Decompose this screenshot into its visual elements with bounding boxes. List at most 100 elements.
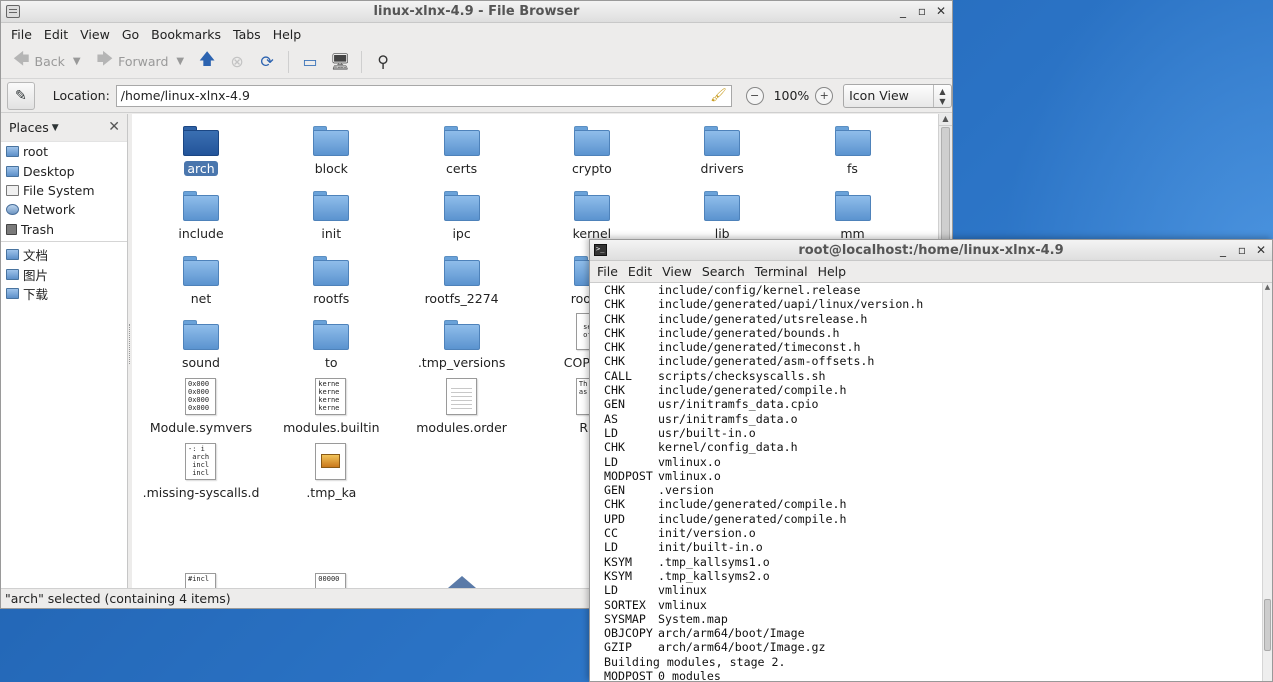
folder-item[interactable]: .tmp_versions <box>398 308 526 372</box>
file-name: Module.symvers <box>149 420 253 436</box>
terminal-menu-file[interactable]: File <box>592 264 623 279</box>
menu-file[interactable]: File <box>5 27 38 42</box>
scroll-up-icon[interactable]: ▲ <box>939 114 952 126</box>
forward-arrow-icon: 🡆 <box>96 49 114 68</box>
sidebar-item-0[interactable]: root <box>1 142 127 161</box>
up-arrow-icon[interactable]: 🡅 <box>194 49 220 75</box>
file-item[interactable]: modules.order <box>398 373 526 437</box>
folder-item[interactable]: block <box>267 114 395 178</box>
computer-icon[interactable]: 🖥 <box>327 49 353 75</box>
menu-view[interactable]: View <box>74 27 116 42</box>
menu-tabs[interactable]: Tabs <box>227 27 267 42</box>
sidebar-item-1[interactable]: 图片 <box>1 264 127 283</box>
file-name: to <box>325 355 338 371</box>
search-binoculars-icon[interactable]: ⚲ <box>370 49 396 75</box>
terminal-titlebar[interactable]: >_ root@localhost:/home/linux-xlnx-4.9 _… <box>590 240 1272 261</box>
maximize-icon[interactable]: ▫ <box>917 4 927 18</box>
terminal-menu-terminal[interactable]: Terminal <box>750 264 813 279</box>
sidebar-item-4[interactable]: Trash <box>1 220 127 239</box>
scrollbar-thumb[interactable] <box>1264 599 1271 651</box>
folder-icon <box>6 146 19 158</box>
folder-item[interactable]: drivers <box>658 114 786 178</box>
terminal-menu-help[interactable]: Help <box>813 264 852 279</box>
sidebar-item-3[interactable]: Network <box>1 200 127 219</box>
chevron-down-icon[interactable]: ▼ <box>52 123 59 133</box>
terminal-menu-search[interactable]: Search <box>697 264 750 279</box>
folder-item[interactable]: rootfs <box>267 244 395 308</box>
folder-item[interactable]: fs <box>789 114 917 178</box>
build-target: vmlinux.o <box>658 454 721 469</box>
build-target: include/config/kernel.release <box>658 283 861 297</box>
file-name-label: drivers <box>658 161 786 176</box>
sidebar-item-2[interactable]: 下载 <box>1 284 127 303</box>
forward-history-chevron-icon[interactable]: ▼ <box>176 56 184 67</box>
folder-item[interactable]: arch <box>137 114 265 178</box>
folder-item[interactable]: rootfs_2274 <box>398 244 526 308</box>
file-item[interactable] <box>398 568 526 588</box>
menu-bookmarks[interactable]: Bookmarks <box>145 27 227 42</box>
folder-item[interactable]: ipc <box>398 179 526 243</box>
minimize-icon[interactable]: _ <box>898 4 908 18</box>
forward-button[interactable]: 🡆 Forward ▼ <box>93 49 189 75</box>
zoom-out-icon[interactable]: − <box>745 86 764 105</box>
menu-go[interactable]: Go <box>116 27 145 42</box>
view-mode-select[interactable]: Icon View ▲ ▼ <box>843 83 952 108</box>
sidebar-item-2[interactable]: File System <box>1 181 127 200</box>
sidebar-close-icon[interactable]: ✕ <box>108 119 120 135</box>
toolbar-separator <box>288 50 290 73</box>
build-step: CHK <box>604 325 625 340</box>
terminal-menu-view[interactable]: View <box>657 264 697 279</box>
folder-icon <box>704 126 741 156</box>
folder-item[interactable]: init <box>267 179 395 243</box>
folder-item[interactable]: crypto <box>528 114 656 178</box>
file-name-label: crypto <box>528 161 656 176</box>
terminal-menu-edit[interactable]: Edit <box>623 264 657 279</box>
pane-resize-handle[interactable] <box>129 324 131 364</box>
close-icon[interactable]: ✕ <box>1256 243 1266 257</box>
home-folder-icon[interactable]: ▭ <box>297 49 323 75</box>
folder-icon <box>704 190 741 221</box>
terminal-scrollbar[interactable]: ▲ <box>1262 283 1272 681</box>
maximize-icon[interactable]: ▫ <box>1237 243 1247 257</box>
close-icon[interactable]: ✕ <box>936 4 946 18</box>
folder-item[interactable]: lib <box>658 179 786 243</box>
zoom-in-icon[interactable]: + <box>815 86 834 105</box>
folder-icon <box>6 165 19 177</box>
build-step: AS <box>604 411 618 426</box>
location-input[interactable]: /home/linux-xlnx-4.9 🖌 <box>115 84 732 107</box>
menu-help[interactable]: Help <box>267 27 308 42</box>
back-label: Back <box>34 54 65 69</box>
menu-edit[interactable]: Edit <box>38 27 74 42</box>
back-history-chevron-icon[interactable]: ▼ <box>73 56 81 67</box>
sidebar-item-1[interactable]: Desktop <box>1 161 127 180</box>
minimize-icon[interactable]: _ <box>1218 243 1228 257</box>
toggle-location-entry-button[interactable]: ✎ <box>7 81 35 110</box>
file-name-label: .missing-syscalls.d <box>137 485 265 500</box>
folder-item[interactable]: certs <box>398 114 526 178</box>
sidebar-item-label: root <box>23 144 49 160</box>
file-item[interactable]: 0x000 0x000 0x000 0x000 Module.symvers <box>137 373 265 437</box>
terminal-output[interactable]: CHK include/config/kernel.release CHK inclu… <box>590 282 1272 682</box>
file-item[interactable]: 00000 <box>267 568 395 588</box>
stop-icon[interactable]: ⊗ <box>224 49 250 75</box>
folder-item[interactable]: net <box>137 244 265 308</box>
back-button[interactable]: 🡄 Back ▼ <box>9 49 85 75</box>
folder-item[interactable]: include <box>137 179 265 243</box>
reload-icon[interactable]: ⟳ <box>254 49 280 75</box>
file-item[interactable]: #incl <box>137 568 265 588</box>
terminal-line: SORTEX vmlinux <box>604 598 923 612</box>
folder-item[interactable]: mm <box>789 179 917 243</box>
places-dropdown[interactable]: Places <box>9 120 49 135</box>
folder-item[interactable]: to <box>267 308 395 372</box>
scroll-up-icon[interactable]: ▲ <box>1263 283 1272 293</box>
folder-item[interactable]: sound <box>137 308 265 372</box>
file-browser-titlebar[interactable]: linux-xlnx-4.9 - File Browser _ ▫ ✕ <box>1 1 952 23</box>
file-name-label: include <box>137 226 265 241</box>
file-item[interactable]: -: i arch incl incl .missing-syscalls.d <box>137 438 265 502</box>
sidebar-item-0[interactable]: 文档 <box>1 245 127 264</box>
file-item[interactable]: kerne kerne kerne kerne modules.builtin <box>267 373 395 437</box>
folder-item[interactable]: kernel <box>528 179 656 243</box>
file-item[interactable]: .tmp_ka <box>267 438 395 502</box>
clear-broom-icon[interactable]: 🖌 <box>710 88 727 103</box>
build-target: init/version.o <box>658 526 756 541</box>
